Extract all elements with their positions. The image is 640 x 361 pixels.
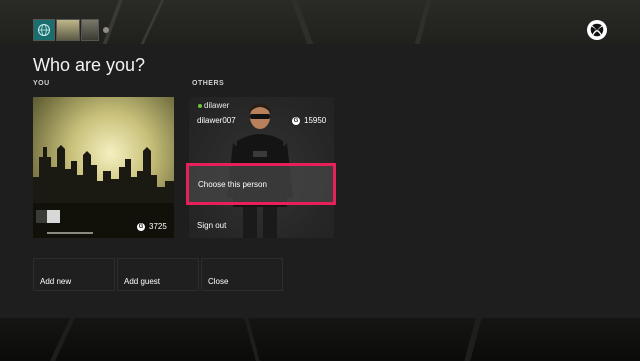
you-section-label: YOU [33,80,50,87]
background-streak [244,318,260,361]
background-streak [138,0,165,48]
background-streak [413,0,432,48]
globe-icon [38,24,50,36]
background-streak [101,0,123,48]
other-gamerscore-value: 15950 [304,116,327,125]
other-gamerscore: G 15950 [292,116,326,125]
gamerscore-icon: G [137,222,145,231]
background-streak [464,318,482,361]
home-tile-picture [56,19,80,41]
gamerscore-icon: G [292,116,300,125]
add-guest-label: Add guest [124,277,161,286]
close-label: Close [208,277,229,286]
your-gamerscore-value: 3725 [149,222,167,231]
background-bottom [0,318,640,361]
your-gamerscore: G 3725 [137,222,167,231]
add-new-button[interactable]: Add new [33,258,115,291]
avatar-placeholder-shadow [36,210,47,223]
xbox-logo-icon [587,20,607,40]
others-section-label: OTHERS [192,80,225,87]
other-profile-name: dilawer [204,101,230,110]
choose-this-person-label: Choose this person [198,179,267,189]
close-button[interactable]: Close [201,258,283,291]
online-status-icon [198,104,202,108]
dialog-title: Who are you? [33,55,146,75]
other-gamertag: dilawer007 [197,116,236,125]
your-avatar-placeholder [47,210,60,223]
choose-this-person-button[interactable]: Choose this person [186,163,336,205]
add-guest-button[interactable]: Add guest [117,258,199,291]
your-progress-bar [47,232,93,234]
add-new-label: Add new [40,277,72,286]
home-tile-globe [33,19,55,41]
home-tile-dot [103,27,109,33]
home-tile-picture-2 [81,19,99,41]
background-streak [291,0,315,48]
background-streak [49,318,76,361]
sign-out-button[interactable]: Sign out [197,221,226,230]
